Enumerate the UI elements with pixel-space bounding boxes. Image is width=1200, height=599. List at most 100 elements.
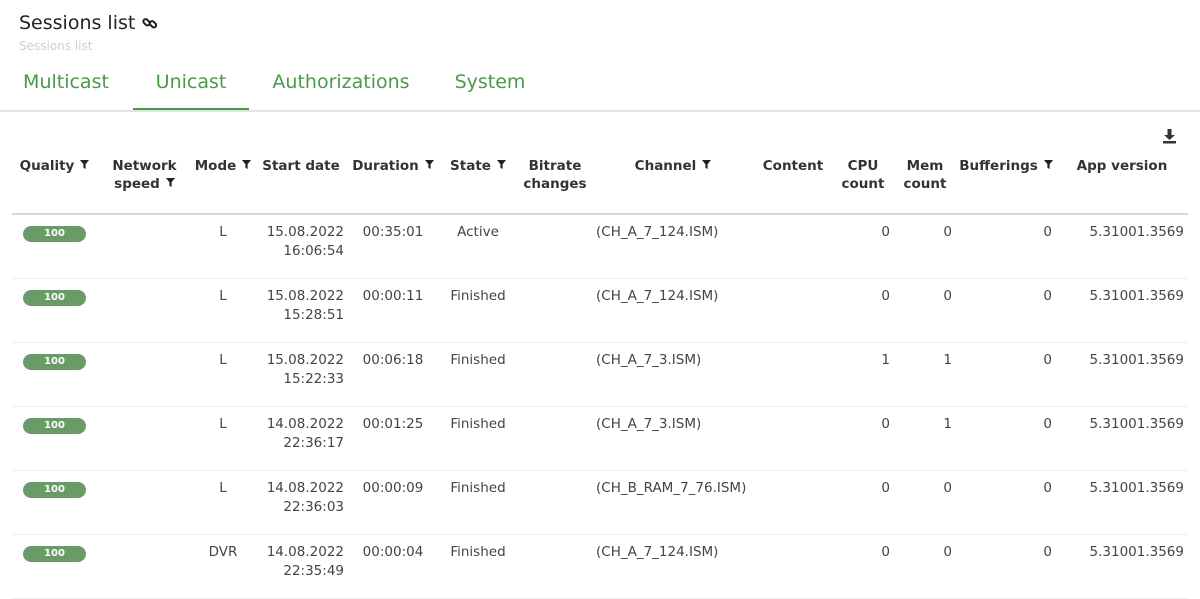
table-row[interactable]: 100 L 14.08.2022 22:36:17 00:01:25 Finish… [12, 406, 1188, 471]
start-date-cell: 14.08.2022 22:35:49 [254, 534, 348, 599]
quality-cell: 100 [12, 278, 97, 343]
channel-cell: (CH_A_7_3.ISM) [592, 406, 754, 471]
column-label: Content [762, 158, 824, 174]
column-label: Bufferings [959, 158, 1038, 174]
column-label: Channel [634, 158, 697, 174]
quality-cell: 100 [12, 214, 97, 279]
table-row[interactable]: 100 DVR 14.08.2022 22:35:49 00:00:04 Fini… [12, 534, 1188, 599]
column-header-bitrate-changes[interactable]: Bitrate changes [518, 147, 592, 215]
cpu-count-cell: 0 [832, 214, 894, 279]
mode-cell: L [192, 214, 254, 279]
duration-cell: 00:00:04 [348, 534, 438, 599]
tab-system[interactable]: System [446, 70, 534, 108]
column-label: State [450, 158, 491, 174]
start-date: 14.08.2022 [266, 416, 344, 432]
column-header-content[interactable]: Content [754, 147, 832, 215]
column-header-channel[interactable]: Channel [592, 147, 754, 215]
network-speed-cell [97, 470, 192, 535]
column-header-duration[interactable]: Duration [348, 147, 438, 215]
quality-cell: 100 [12, 342, 97, 407]
cpu-count-cell: 0 [832, 406, 894, 471]
column-label: App version [1076, 158, 1168, 174]
column-header-network-speed[interactable]: Network speed [97, 147, 192, 215]
start-time: 16:06:54 [283, 243, 344, 259]
filter-icon[interactable] [496, 160, 506, 169]
mode-cell: L [192, 470, 254, 535]
network-speed-cell [97, 534, 192, 599]
filter-icon[interactable] [1043, 160, 1053, 169]
cpu-count-cell: 0 [832, 534, 894, 599]
column-label: CPU count [841, 158, 885, 192]
duration-cell: 00:06:18 [348, 342, 438, 407]
start-date: 15.08.2022 [266, 352, 344, 368]
start-time: 15:28:51 [283, 307, 344, 323]
filter-icon[interactable] [424, 160, 434, 169]
download-icon[interactable] [1162, 128, 1177, 144]
state-cell: Finished [438, 470, 518, 535]
state-cell: Finished [438, 342, 518, 407]
state-cell: Finished [438, 278, 518, 343]
filter-icon[interactable] [242, 160, 252, 169]
column-header-bufferings[interactable]: Bufferings [956, 147, 1056, 215]
mem-count-cell: 1 [894, 342, 956, 407]
content-cell [754, 342, 832, 407]
duration-cell: 00:00:11 [348, 278, 438, 343]
network-speed-cell [97, 342, 192, 407]
mem-count-cell: 0 [894, 534, 956, 599]
column-header-cpu-count[interactable]: CPU count [832, 147, 894, 215]
column-header-start-date[interactable]: Start date [254, 147, 348, 215]
tab-multicast[interactable]: Multicast [10, 70, 122, 108]
column-header-state[interactable]: State [438, 147, 518, 215]
column-header-mem-count[interactable]: Mem count [894, 147, 956, 215]
filter-icon[interactable] [702, 160, 712, 169]
page-subtitle: Sessions list [19, 39, 93, 53]
start-time: 22:36:03 [283, 499, 344, 515]
mem-count-cell: 1 [894, 406, 956, 471]
table-row[interactable]: 100 L 15.08.2022 16:06:54 00:35:01 Active… [12, 214, 1188, 279]
channel-cell: (CH_B_RAM_7_76.ISM) [592, 470, 754, 535]
column-header-mode[interactable]: Mode [192, 147, 254, 215]
column-label: Mode [194, 158, 237, 174]
channel-cell: (CH_A_7_124.ISM) [592, 214, 754, 279]
mode-cell: L [192, 406, 254, 471]
app-version-cell: 5.31001.3569 [1056, 534, 1188, 599]
duration-cell: 00:00:09 [348, 470, 438, 535]
start-date-cell: 14.08.2022 22:36:03 [254, 470, 348, 535]
quality-badge: 100 [23, 482, 86, 498]
column-label: Mem count [903, 158, 947, 192]
table-row[interactable]: 100 L 15.08.2022 15:22:33 00:06:18 Finish… [12, 342, 1188, 407]
tab-unicast[interactable]: Unicast [133, 70, 249, 110]
filter-icon[interactable] [165, 178, 175, 187]
app-version-cell: 5.31001.3569 [1056, 214, 1188, 279]
bufferings-cell: 0 [956, 406, 1056, 471]
mem-count-cell: 0 [894, 278, 956, 343]
content-cell [754, 470, 832, 535]
start-time: 22:35:49 [283, 563, 344, 579]
content-cell [754, 278, 832, 343]
quality-cell: 100 [12, 534, 97, 599]
link-icon[interactable] [141, 14, 159, 32]
network-speed-cell [97, 406, 192, 471]
table-row[interactable]: 100 L 14.08.2022 22:36:03 00:00:09 Finish… [12, 470, 1188, 535]
state-cell: Finished [438, 406, 518, 471]
column-label: Start date [262, 158, 340, 174]
table-row[interactable]: 100 L 15.08.2022 15:28:51 00:00:11 Finish… [12, 278, 1188, 343]
column-header-app-version[interactable]: App version [1056, 147, 1188, 215]
bitrate-changes-cell [518, 342, 592, 407]
tab-authorizations[interactable]: Authorizations [262, 70, 420, 108]
quality-badge: 100 [23, 354, 86, 370]
bufferings-cell: 0 [956, 278, 1056, 343]
mode-cell: DVR [192, 534, 254, 599]
quality-badge: 100 [23, 418, 86, 434]
app-version-cell: 5.31001.3569 [1056, 278, 1188, 343]
network-speed-cell [97, 278, 192, 343]
bitrate-changes-cell [518, 214, 592, 279]
duration-cell: 00:35:01 [348, 214, 438, 279]
bufferings-cell: 0 [956, 342, 1056, 407]
start-date-cell: 15.08.2022 16:06:54 [254, 214, 348, 279]
column-header-quality[interactable]: Quality [12, 147, 97, 215]
cpu-count-cell: 0 [832, 470, 894, 535]
mode-cell: L [192, 278, 254, 343]
content-cell [754, 406, 832, 471]
filter-icon[interactable] [80, 160, 90, 169]
